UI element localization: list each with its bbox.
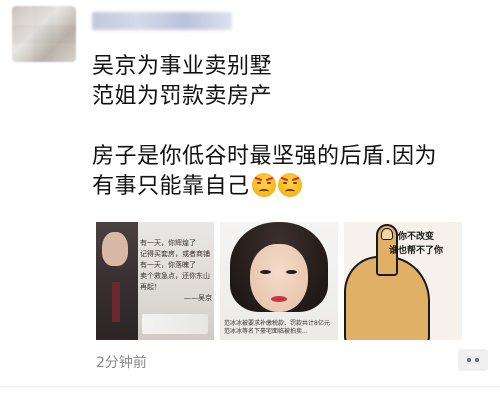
moments-post: 吴京为事业卖别墅 范姐为罚款卖房产 房子是你低谷时最坚强的后盾.因为 有事只能靠… [0, 0, 500, 409]
post-line: 有事只能靠自己 [92, 174, 250, 199]
eye [286, 270, 297, 274]
post-line: 范姐为罚款卖房产 [92, 84, 273, 109]
man-figure [96, 222, 138, 340]
divider [0, 386, 500, 387]
portrait-image[interactable]: 范冰冰被要求补缴税款、罚款共计8亿元 范冰冰等名下豪宅面临被拍卖... [220, 222, 338, 340]
caption-line: 范冰冰等名下豪宅面临被拍卖... [224, 328, 308, 335]
lips [271, 296, 287, 302]
quote-line: 有一天，你落魄了 [140, 261, 196, 269]
quote-image[interactable]: 有一天，你辉煌了 记得买套房，或者商铺 有一天，你落魄了 卖个救急点，还你东山再… [96, 222, 214, 340]
more-dot-icon [467, 358, 471, 362]
angry-face-icon [277, 173, 302, 197]
quote-footer [142, 314, 208, 334]
meme-line: 谁也帮不了你 [388, 246, 443, 256]
post-line-blank [92, 112, 487, 142]
image-grid: 有一天，你辉煌了 记得买套房，或者商铺 有一天，你落魄了 卖个救急点，还你东山再… [96, 222, 471, 340]
quote-line: 有一天，你辉煌了 [140, 239, 196, 247]
meme-image[interactable]: 你不改变 谁也帮不了你 [344, 222, 462, 340]
username[interactable] [92, 12, 232, 30]
post-line: 吴京为事业卖别墅 [92, 54, 273, 79]
avatar[interactable] [12, 6, 76, 62]
angry-face-icon [251, 173, 276, 197]
eye [260, 270, 271, 274]
caption-line: 范冰冰被要求补缴税款、罚款共计8亿元 [224, 320, 330, 327]
more-actions-button[interactable] [458, 349, 488, 371]
quote-line: 卖个救急点，还你东山再起！ [140, 272, 210, 291]
post-timestamp: 2分钟前 [96, 355, 147, 371]
quote-author: ——吴京 [184, 294, 212, 302]
quote-text: 有一天，你辉煌了 记得买套房，或者商铺 有一天，你落魄了 卖个救急点，还你东山再… [140, 238, 212, 304]
meme-text: 你不改变 谁也帮不了你 [374, 230, 458, 258]
quote-line: 记得买套房，或者商铺 [140, 250, 210, 258]
post-text: 吴京为事业卖别墅 范姐为罚款卖房产 房子是你低谷时最坚强的后盾.因为 有事只能靠… [92, 52, 487, 202]
meme-line: 你不改变 [397, 232, 434, 242]
more-dot-icon [475, 358, 479, 362]
post-line-with-emoji: 有事只能靠自己 [92, 172, 487, 202]
image-caption: 范冰冰被要求补缴税款、罚款共计8亿元 范冰冰等名下豪宅面临被拍卖... [224, 320, 334, 336]
post-line: 房子是你低谷时最坚强的后盾.因为 [92, 144, 437, 169]
